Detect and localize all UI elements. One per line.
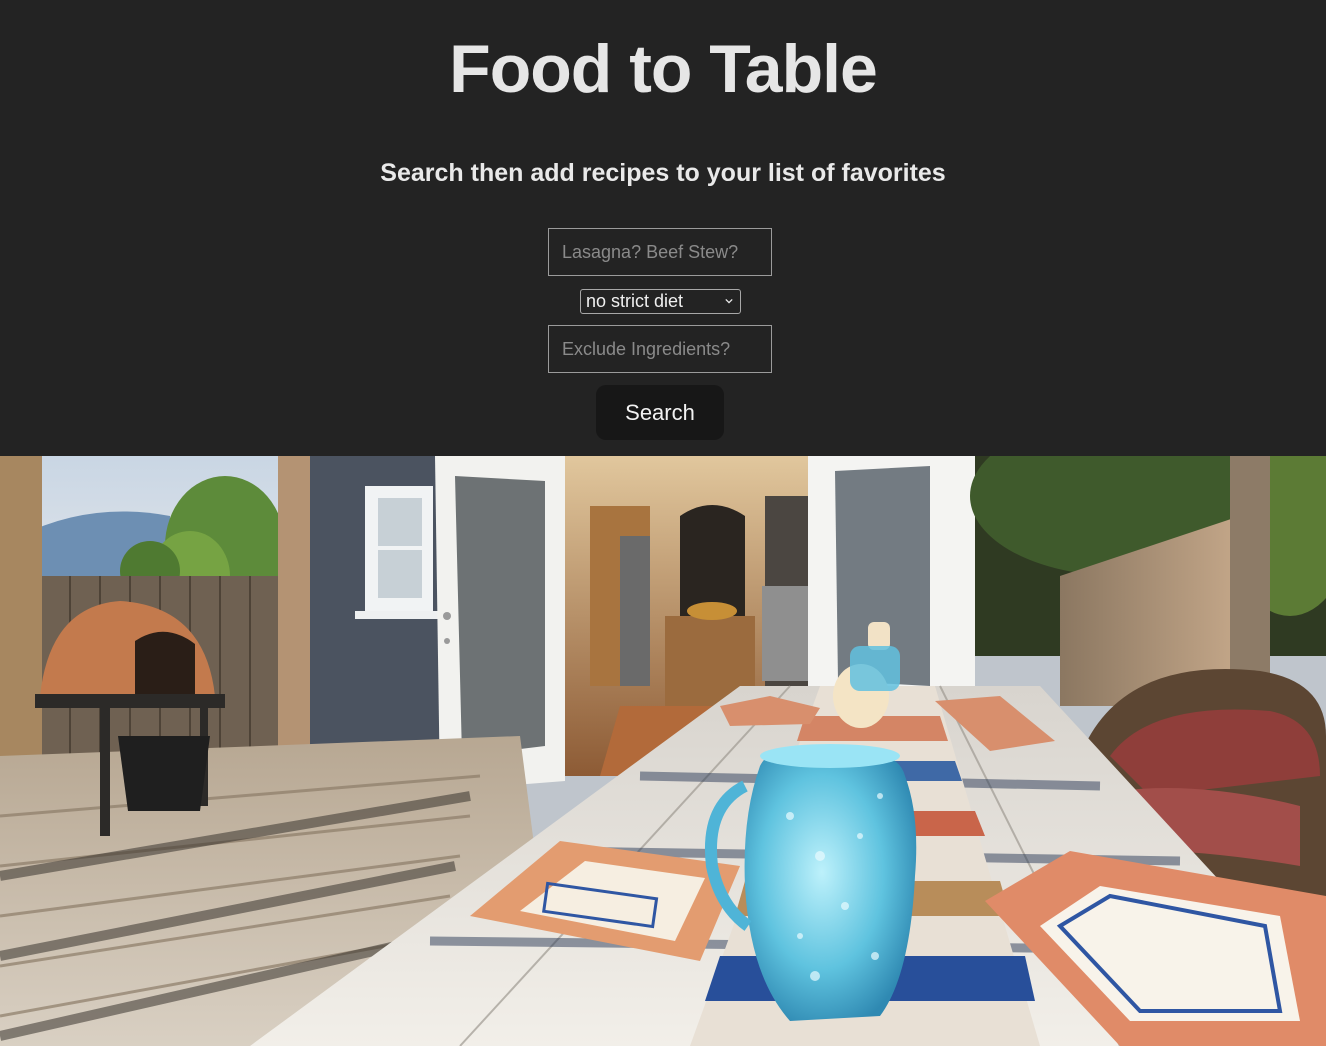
- header: Food to Table Search then add recipes to…: [0, 0, 1326, 456]
- recipe-search-input[interactable]: [548, 228, 772, 276]
- chevron-down-icon: [725, 298, 733, 304]
- page-subtitle: Search then add recipes to your list of …: [380, 159, 946, 187]
- diet-select-value: no strict diet: [586, 291, 684, 311]
- patio-photo: [0, 456, 1326, 1046]
- search-button[interactable]: Search: [596, 385, 724, 440]
- diet-select[interactable]: no strict diet: [580, 289, 741, 314]
- hero-image: [0, 456, 1326, 1046]
- page-title: Food to Table: [449, 31, 878, 107]
- exclude-ingredients-input[interactable]: [548, 325, 772, 373]
